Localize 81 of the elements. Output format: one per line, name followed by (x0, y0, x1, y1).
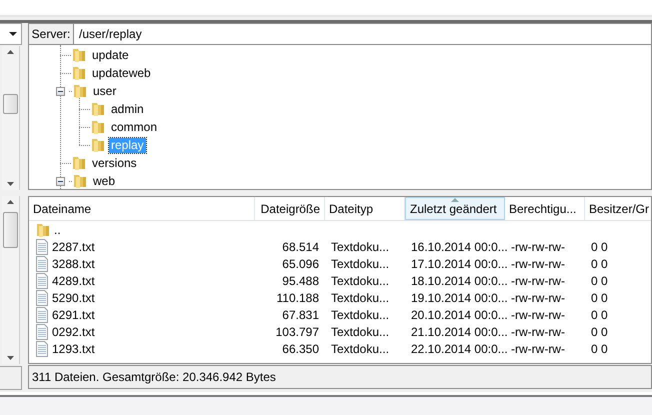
table-cell-text: 22.10.2014 00:0... (410, 342, 505, 356)
table-cell-text: -rw-rw-rw- (510, 256, 566, 270)
server-path-field[interactable]: /user/replay (74, 23, 652, 45)
table-cell-text: -rw-rw-rw- (510, 324, 566, 338)
table-cell-text: 0 0 (590, 324, 609, 338)
table-cell-text: 19.10.2014 00:0... (410, 290, 505, 304)
table-cell-text: 16.10.2014 00:0... (410, 240, 505, 254)
table-cell-text: 0 0 (590, 308, 609, 322)
file-name[interactable]: 3288.txt (29, 256, 255, 272)
folder-icon (72, 83, 88, 99)
folder-name[interactable]: update (90, 48, 131, 62)
table-cell-text: Textdoku... (330, 342, 390, 356)
expander-icon[interactable] (56, 86, 65, 96)
text-file-icon (35, 272, 49, 288)
folder-icon (90, 101, 106, 117)
table-cell-text: Textdoku... (330, 308, 390, 322)
table-cell-text: 20.10.2014 00:0... (410, 308, 505, 322)
text-file-icon (35, 340, 49, 356)
table-cell-text: -rw-rw-rw- (510, 342, 566, 356)
expander-icon[interactable] (56, 176, 65, 186)
table-cell-text: 0 0 (590, 256, 609, 270)
table-cell-text: 103.797 (274, 324, 320, 338)
text-file-icon (35, 238, 49, 254)
table-cell-text: Textdoku... (330, 256, 390, 270)
table-cell-text: 95.488 (281, 274, 320, 288)
file-name[interactable]: 0292.txt (29, 324, 255, 340)
folder-icon (72, 173, 88, 189)
scroll-up-icon[interactable] (7, 200, 14, 204)
scroll-up-icon[interactable] (7, 50, 14, 54)
folder-icon (71, 155, 87, 171)
dropdown-caret-icon (9, 32, 17, 36)
text-file-icon (35, 256, 49, 272)
folder-name[interactable]: versions (90, 156, 139, 170)
server-label: Server: (28, 23, 74, 45)
table-cell-text: 0 0 (590, 290, 609, 304)
file-name[interactable]: .. (29, 222, 255, 238)
column-header[interactable]: Zuletzt geändert (405, 197, 505, 220)
table-cell-text: 17.10.2014 00:0... (410, 256, 505, 270)
table-cell-text: 67.831 (281, 308, 320, 322)
text-file-icon (35, 324, 49, 340)
file-name[interactable]: 4289.txt (29, 272, 255, 288)
table-cell-text: -rw-rw-rw- (510, 290, 566, 304)
file-name[interactable]: 1293.txt (29, 340, 255, 356)
folder-icon (90, 119, 106, 135)
table-cell-text: 66.350 (281, 342, 320, 356)
table-cell-text: -rw-rw-rw- (510, 274, 566, 288)
table-cell-text: 65.096 (281, 256, 320, 270)
folder-icon (90, 137, 106, 153)
table-cell-text: 0 0 (590, 342, 609, 356)
folder-icon (71, 65, 87, 81)
folder-name[interactable]: web (91, 174, 118, 188)
table-cell-text: Textdoku... (330, 240, 390, 254)
folder-name[interactable]: updateweb (90, 66, 153, 80)
sort-arrow-icon (451, 198, 459, 202)
file-name[interactable]: 6291.txt (29, 306, 255, 322)
scroll-down-icon[interactable] (7, 182, 14, 186)
text-file-icon (35, 306, 49, 322)
folder-icon (71, 47, 87, 63)
table-cell-text: Textdoku... (330, 290, 390, 304)
table-cell-text: Textdoku... (330, 324, 390, 338)
scroll-down-icon[interactable] (7, 356, 14, 360)
table-cell-text: 0 0 (590, 274, 609, 288)
table-cell-text: 110.188 (276, 290, 320, 304)
folder-name[interactable]: user (91, 84, 118, 98)
text-file-icon (35, 290, 49, 306)
table-cell-text: 21.10.2014 00:0... (410, 324, 505, 338)
path-dropdown[interactable] (0, 23, 22, 45)
scroll-thumb[interactable] (3, 212, 18, 248)
table-cell-text: 0 0 (590, 240, 609, 254)
file-name[interactable]: 2287.txt (29, 238, 255, 254)
table-cell-text: -rw-rw-rw- (510, 308, 566, 322)
table-cell-text: 18.10.2014 00:0... (410, 274, 505, 288)
scroll-thumb[interactable] (3, 94, 18, 114)
file-name[interactable]: 5290.txt (29, 290, 255, 306)
folder-icon (35, 222, 51, 238)
table-cell-text: 68.514 (281, 240, 320, 254)
status-text: 311 Dateien. Gesamtgröße: 20.346.942 Bytes (32, 370, 276, 384)
table-cell-text: -rw-rw-rw- (510, 240, 566, 254)
table-cell-text: Textdoku... (330, 274, 390, 288)
folder-name[interactable]: common (109, 120, 160, 134)
folder-name[interactable]: admin (109, 102, 146, 116)
